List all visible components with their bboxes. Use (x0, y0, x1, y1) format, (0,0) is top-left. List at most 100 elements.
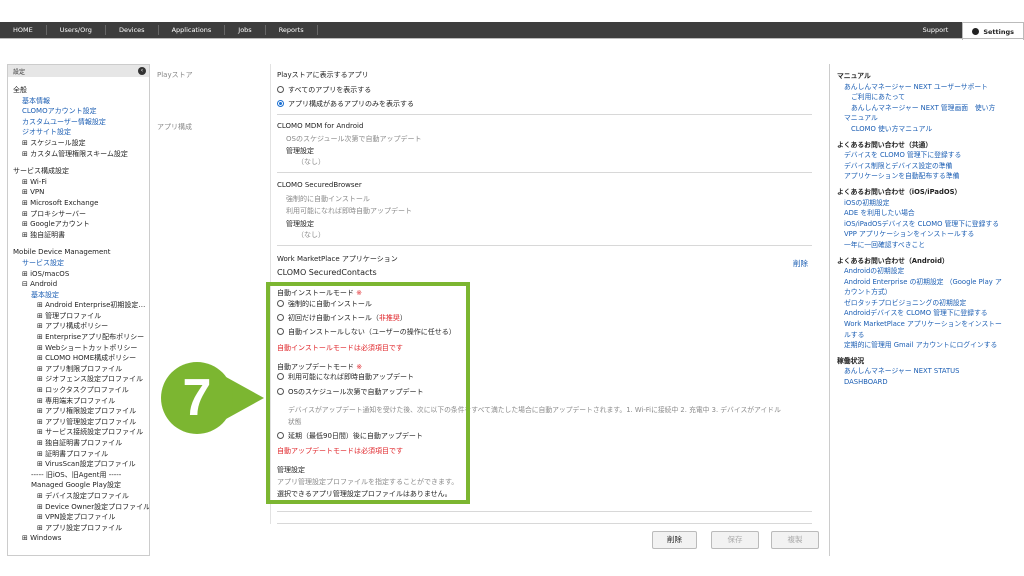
playstore-option-configured[interactable]: アプリ構成があるアプリのみを表示する (277, 99, 414, 109)
help-link[interactable]: ADE を利用したい場合 (830, 208, 1020, 219)
sidebar-item[interactable]: ⊞ アプリ管理設定プロファイル (8, 417, 149, 428)
playstore-heading: Playストアに表示するアプリ (277, 71, 369, 79)
help-link[interactable]: CLOMO 使い方マニュアル (830, 124, 1020, 135)
nav-applications[interactable]: Applications (159, 25, 226, 35)
sidebar-item[interactable]: ⊞ Android Enterprise初期設定… (8, 300, 149, 311)
sidebar-item[interactable]: ⊞ 管理プロファイル (8, 311, 149, 322)
sidebar-item[interactable]: ⊞ Windows (8, 533, 149, 544)
nav-reports[interactable]: Reports (266, 25, 318, 35)
sidebar-item[interactable]: ⊞ CLOMO HOME構成ポリシー (8, 353, 149, 364)
save-button[interactable]: 保存 (711, 531, 759, 549)
copy-button[interactable]: 複製 (771, 531, 819, 549)
help-link[interactable]: iOSの初期設定 (830, 198, 1020, 209)
sidebar-item[interactable]: 基本設定 (8, 290, 149, 301)
divider (277, 523, 812, 524)
sidebar-item[interactable]: ⊞ プロキシサーバー (8, 209, 149, 220)
nav-underline (0, 38, 1024, 39)
help-link[interactable]: 一年に一回確認すべきこと (830, 240, 1020, 251)
help-link[interactable]: デバイス制限とデバイス設定の準備 (830, 161, 1020, 172)
sidebar-item[interactable]: ⊞ 独自証明書プロファイル (8, 438, 149, 449)
help-heading: よくあるお問い合わせ（共通） (837, 140, 933, 149)
sidebar-item[interactable]: カスタムユーザー情報設定 (8, 117, 149, 128)
radio-selected-icon[interactable] (277, 100, 284, 107)
sidebar-item[interactable]: ⊞ アプリ制限プロファイル (8, 364, 149, 375)
sidebar-item[interactable]: ⊞ ロックタスクプロファイル (8, 385, 149, 396)
help-heading: よくあるお問い合わせ（iOS/iPadOS） (837, 187, 962, 196)
settings-sidebar: 設定 ‹ 全般基本情報 CLOMOアカウント設定 カスタムユーザー情報設定 ジオサイト… (7, 64, 150, 556)
sidebar-item[interactable]: 基本情報 (8, 96, 149, 107)
help-link[interactable]: Androidデバイスを CLOMO 管理下に登録する (830, 308, 1020, 319)
sidebar-item[interactable]: ⊞ サービス接続設定プロファイル (8, 427, 149, 438)
divider (277, 172, 812, 173)
sidebar-item[interactable]: ⊞ iOS/macOS (8, 269, 149, 280)
help-link[interactable]: あんしんマネージャー NEXT STATUS (830, 366, 1020, 377)
sidebar-item[interactable]: ジオサイト設定 (8, 127, 149, 138)
help-link[interactable]: デバイスを CLOMO 管理下に登録する (830, 150, 1020, 161)
sidebar-item[interactable]: ⊞ Microsoft Exchange (8, 198, 149, 209)
help-link[interactable]: ゼロタッチプロビジョニングの初期設定 (830, 298, 1020, 309)
sidebar-section: サービス構成設定 (13, 167, 69, 176)
help-link[interactable]: あんしんマネージャー NEXT 管理画面 使い方 (830, 103, 1020, 114)
radio-icon[interactable] (277, 86, 284, 93)
sidebar-item[interactable]: ⊞ デバイス設定プロファイル (8, 491, 149, 502)
help-link[interactable]: ルする (830, 330, 1020, 341)
mdm-app-title: CLOMO MDM for Android (277, 122, 364, 130)
step-badge: 7 (161, 362, 233, 434)
help-link[interactable]: ご利用にあたって (830, 92, 1020, 103)
sidebar-item[interactable]: ⊞ カスタム管理権限スキーム設定 (8, 149, 149, 160)
sidebar-item[interactable]: ⊞ 独自証明書 (8, 230, 149, 241)
sidebar-header: 設定 ‹ (8, 65, 149, 77)
nav-devices[interactable]: Devices (106, 25, 159, 35)
sidebar-item[interactable]: ⊞ Googleアカウント (8, 219, 149, 230)
browser-app-title: CLOMO SecuredBrowser (277, 181, 362, 189)
work-marketplace-delete-link[interactable]: 削除 (793, 258, 808, 269)
browser-app-update: 利用可能になれば即時自動アップデート (286, 207, 412, 215)
sidebar-item[interactable]: Managed Google Play設定 (8, 480, 149, 491)
sidebar-item[interactable]: サービス設定 (8, 258, 149, 269)
sidebar-section: 全般 (13, 86, 27, 94)
nav-support[interactable]: Support (909, 26, 963, 34)
collapse-icon[interactable]: ‹ (138, 67, 146, 75)
nav-users-org[interactable]: Users/Org (47, 25, 106, 35)
help-link[interactable]: Androidの初期設定 (830, 266, 1020, 277)
help-link[interactable]: Work MarketPlace アプリケーションをインストー (830, 319, 1020, 330)
help-link[interactable]: VPP アプリケーションをインストールする (830, 229, 1020, 240)
nav-home[interactable]: HOME (0, 25, 47, 35)
sidebar-item[interactable]: ⊞ VirusScan設定プロファイル (8, 459, 149, 470)
sidebar-item[interactable]: ⊞ Device Owner設定プロファイル (8, 502, 149, 513)
help-link[interactable]: iOS/iPadOSデバイスを CLOMO 管理下に登録する (830, 219, 1020, 230)
sidebar-item[interactable]: ⊟ Android (8, 279, 149, 290)
help-link[interactable]: Android Enterprise の初期設定 （Google Play ア (830, 277, 1020, 288)
help-heading: よくあるお問い合わせ（Android） (837, 256, 949, 265)
main-content: Playストア Playストアに表示するアプリ すべてのアプリを表示する アプリ… (152, 64, 822, 556)
playstore-option-all[interactable]: すべてのアプリを表示する (277, 85, 371, 95)
playstore-option-configured-label: アプリ構成があるアプリのみを表示する (288, 100, 414, 108)
help-link[interactable]: アプリケーションを自動配布する準備 (830, 171, 1020, 182)
sidebar-item[interactable]: ⊞ 証明書プロファイル (8, 449, 149, 460)
sidebar-item[interactable]: ⊞ VPN設定プロファイル (8, 512, 149, 523)
sidebar-item[interactable]: ⊞ Wi-Fi (8, 177, 149, 188)
sidebar-item[interactable]: ⊞ アプリ設定プロファイル (8, 523, 149, 534)
sidebar-item[interactable]: ⊞ スケジュール設定 (8, 138, 149, 149)
sidebar-item[interactable]: CLOMOアカウント設定 (8, 106, 149, 117)
mdm-app-mgmt: 管理設定 (286, 147, 314, 155)
sidebar-item[interactable]: ⊞ ジオフェンス設定プロファイル (8, 374, 149, 385)
sidebar-item[interactable]: ⊞ VPN (8, 187, 149, 198)
browser-app-mgmt: 管理設定 (286, 220, 314, 228)
sidebar-item[interactable]: ⊞ アプリ構成ポリシー (8, 321, 149, 332)
help-link[interactable]: カウント方式） (830, 287, 1020, 298)
work-marketplace-heading: Work MarketPlace アプリケーション (277, 255, 398, 263)
help-link[interactable]: 定期的に管理用 Gmail アカウントにログインする (830, 340, 1020, 351)
sidebar-item[interactable]: ----- 旧iOS、旧Agent用 ----- (8, 470, 149, 481)
nav-jobs[interactable]: Jobs (225, 25, 266, 35)
sidebar-item[interactable]: ⊞ アプリ権限設定プロファイル (8, 406, 149, 417)
sidebar-item[interactable]: ⊞ Webショートカットポリシー (8, 343, 149, 354)
sidebar-item[interactable]: ⊞ 専用端末プロファイル (8, 396, 149, 407)
help-link[interactable]: あんしんマネージャー NEXT ユーザーサポート (830, 82, 1020, 93)
delete-button[interactable]: 削除 (652, 531, 697, 549)
help-link[interactable]: マニュアル (830, 113, 1020, 124)
sidebar-item[interactable]: ⊞ Enterpriseアプリ配布ポリシー (8, 332, 149, 343)
playstore-label: Playストア (157, 71, 193, 79)
help-link[interactable]: DASHBOARD (830, 377, 1020, 388)
